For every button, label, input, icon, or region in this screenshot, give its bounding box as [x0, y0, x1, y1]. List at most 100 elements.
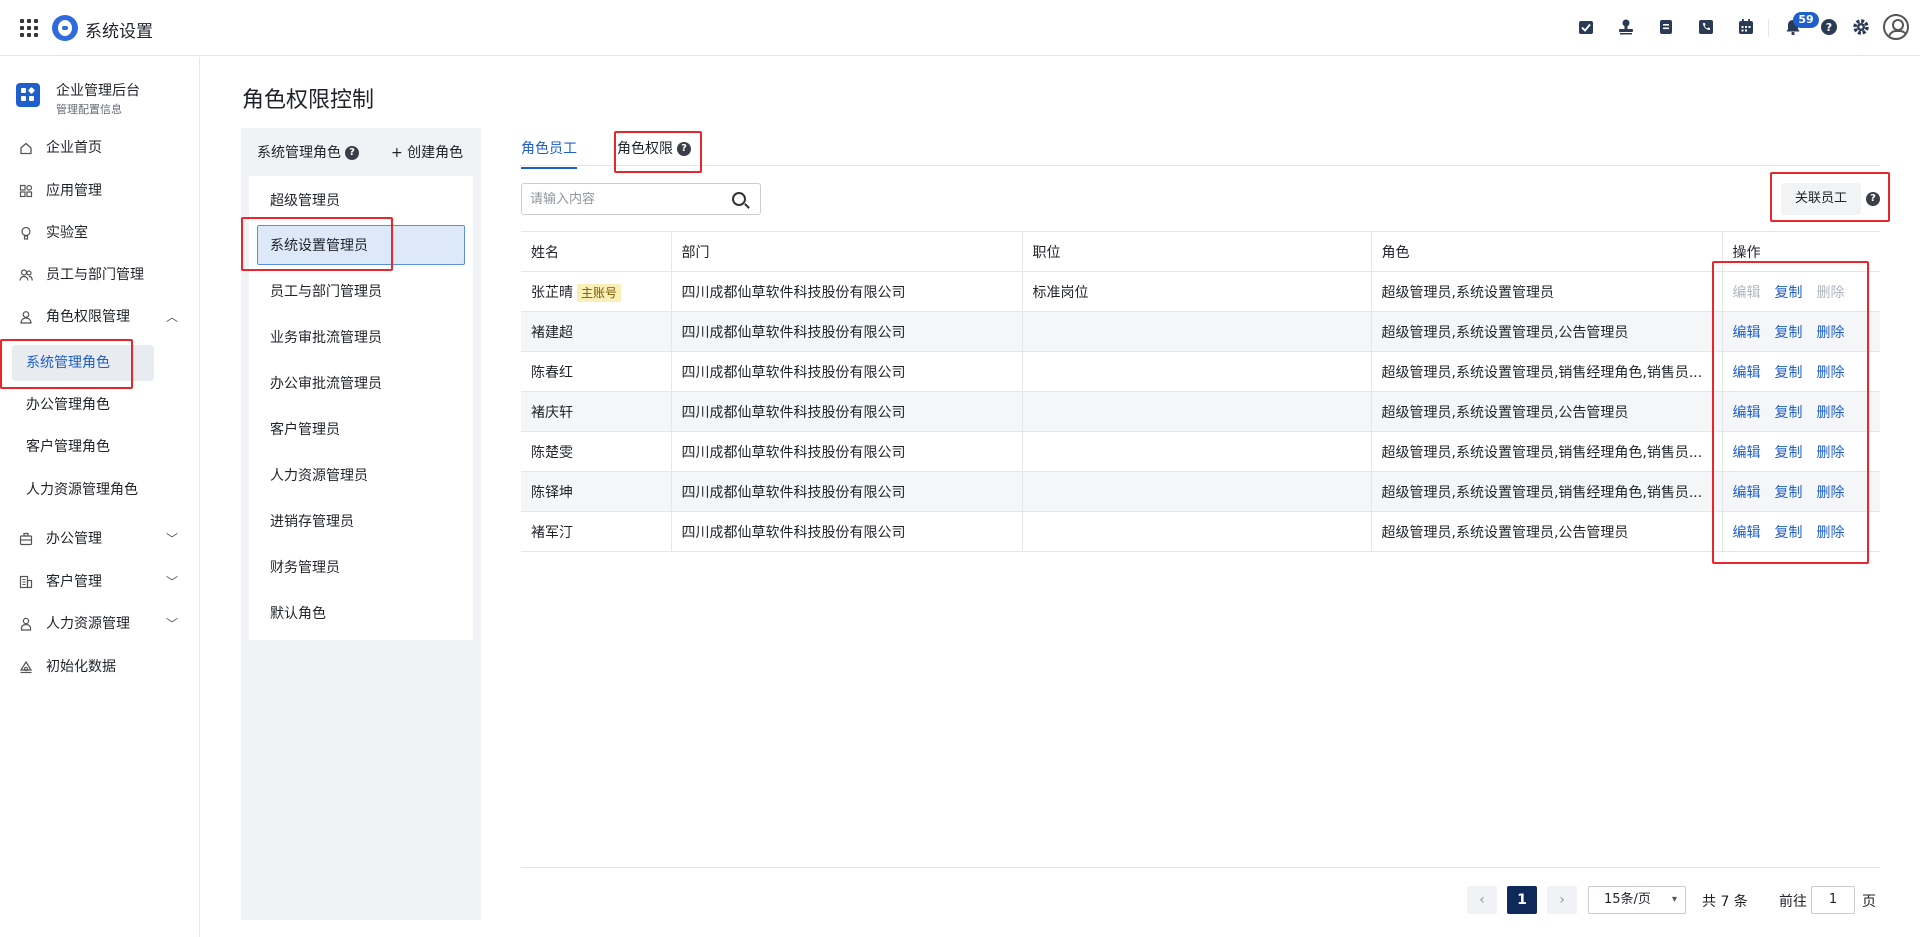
search-icon[interactable] — [732, 192, 746, 206]
sidebar-item-label: 应用管理 — [46, 183, 102, 199]
edit-button[interactable]: 编辑 — [1733, 525, 1761, 541]
sidebar-item-hr[interactable]: 人力资源管理 ﹀ — [0, 606, 199, 642]
role-item[interactable]: 员工与部门管理员 — [257, 271, 465, 311]
role-item-selected[interactable]: 系统设置管理员 — [257, 225, 465, 265]
page-number-current[interactable]: 1 — [1507, 886, 1537, 914]
action-cell: 编辑 复制 删除 — [1722, 311, 1880, 352]
header-divider — [1768, 19, 1769, 37]
edit-button[interactable]: 编辑 — [1733, 405, 1761, 421]
sidebar-sub-hr-role[interactable]: 人力资源管理角色 — [12, 472, 154, 508]
chevron-down-icon: ﹀ — [166, 575, 179, 589]
sidebar-item-apps[interactable]: 应用管理 — [0, 173, 199, 209]
role-item[interactable]: 办公审批流管理员 — [257, 363, 465, 403]
app-grid-icon[interactable] — [20, 19, 38, 37]
copy-button[interactable]: 复制 — [1775, 485, 1803, 501]
role-cell: 超级管理员,系统设置管理员 — [1371, 271, 1723, 312]
sidebar-item-role-permission[interactable]: 角色权限管理 ︿ — [0, 299, 199, 335]
edit-button[interactable]: 编辑 — [1733, 485, 1761, 501]
role-item[interactable]: 财务管理员 — [257, 547, 465, 587]
task-check-icon[interactable] — [1577, 18, 1595, 36]
sidebar-sub-office-role[interactable]: 办公管理角色 — [12, 387, 154, 423]
sidebar-item-office[interactable]: 办公管理 ﹀ — [0, 521, 199, 557]
edit-button[interactable]: 编辑 — [1733, 365, 1761, 381]
bulb-icon — [19, 226, 33, 240]
sidebar-item-home[interactable]: 企业首页 — [0, 130, 199, 166]
dept-cell: 四川成都仙草软件科技股份有限公司 — [671, 431, 1023, 472]
name-cell: 褚庆轩 — [521, 391, 672, 432]
help-circle-icon[interactable]: ? — [677, 142, 691, 156]
users-icon — [19, 268, 33, 282]
delete-button[interactable]: 删除 — [1817, 525, 1845, 541]
role-item[interactable]: 默认角色 — [257, 593, 465, 633]
position-cell — [1022, 311, 1372, 352]
role-cell: 超级管理员,系统设置管理员,公告管理员 — [1371, 391, 1723, 432]
column-header: 职位 — [1022, 231, 1372, 272]
copy-button[interactable]: 复制 — [1775, 285, 1803, 301]
next-page-button[interactable]: › — [1547, 886, 1577, 914]
sidebar-item-staff-dept[interactable]: 员工与部门管理 — [0, 257, 199, 293]
dept-cell: 四川成都仙草软件科技股份有限公司 — [671, 311, 1023, 352]
copy-button[interactable]: 复制 — [1775, 445, 1803, 461]
phone-icon[interactable] — [1697, 18, 1715, 36]
stamp-icon[interactable] — [1617, 18, 1635, 36]
link-staff-button[interactable]: 关联员工 — [1781, 183, 1861, 215]
edit-button[interactable]: 编辑 — [1733, 445, 1761, 461]
delete-button[interactable]: 删除 — [1817, 365, 1845, 381]
delete-button[interactable]: 删除 — [1817, 445, 1845, 461]
app-title: 系统设置 — [85, 22, 153, 42]
name-cell: 陈楚雯 — [521, 431, 672, 472]
gear-icon[interactable] — [1852, 18, 1870, 36]
copy-button[interactable]: 复制 — [1775, 405, 1803, 421]
search-input[interactable] — [530, 190, 720, 208]
prev-page-button[interactable]: ‹ — [1467, 886, 1497, 914]
delete-button[interactable]: 删除 — [1817, 325, 1845, 341]
role-panel-title: 系统管理角色 — [257, 145, 341, 161]
sidebar-sub-customer-role[interactable]: 客户管理角色 — [12, 429, 154, 465]
page-size-select[interactable]: 15条/页 ▾ — [1588, 886, 1686, 914]
user-avatar-icon[interactable] — [1883, 14, 1909, 40]
role-list: 超级管理员 系统设置管理员 员工与部门管理员 业务审批流管理员 办公审批流管理员… — [249, 176, 473, 640]
role-item[interactable]: 业务审批流管理员 — [257, 317, 465, 357]
delete-button[interactable]: 删除 — [1817, 485, 1845, 501]
delete-button[interactable]: 删除 — [1817, 405, 1845, 421]
sidebar-item-label: 实验室 — [46, 225, 88, 241]
action-cell: 编辑 复制 删除 — [1722, 511, 1880, 552]
table-row: 陈铎坤 四川成都仙草软件科技股份有限公司 超级管理员,系统设置管理员,销售经理角… — [521, 471, 1880, 512]
org-name: 企业管理后台 — [56, 83, 140, 99]
role-cell: 超级管理员,系统设置管理员,销售经理角色,销售员... — [1371, 471, 1723, 512]
sidebar-item-label: 办公管理 — [46, 531, 102, 547]
help-circle-icon[interactable]: ? — [1866, 192, 1880, 206]
goto-label: 前往 — [1779, 894, 1807, 910]
role-item[interactable]: 客户管理员 — [257, 409, 465, 449]
sidebar-item-customer[interactable]: 客户管理 ﹀ — [0, 564, 199, 600]
tab-role-staff[interactable]: 角色员工 — [521, 138, 577, 169]
sidebar-item-label: 初始化数据 — [46, 659, 116, 675]
table-row: 张芷晴 主账号 四川成都仙草软件科技股份有限公司 标准岗位 超级管理员,系统设置管… — [521, 271, 1880, 312]
create-role-button[interactable]: + 创建角色 — [391, 142, 463, 162]
sidebar-item-label: 客户管理 — [46, 574, 102, 590]
app-logo-icon — [52, 15, 78, 41]
tab-role-permission[interactable]: 角色权限? — [617, 138, 691, 167]
calendar-icon[interactable] — [1737, 18, 1755, 36]
org-logo-icon — [16, 83, 40, 107]
edit-button[interactable]: 编辑 — [1733, 325, 1761, 341]
copy-button[interactable]: 复制 — [1775, 325, 1803, 341]
notification-badge: 59 — [1793, 12, 1819, 28]
name-cell: 陈春红 — [521, 351, 672, 392]
sidebar-sub-system-role[interactable]: 系统管理角色 — [12, 345, 154, 381]
sidebar-item-lab[interactable]: 实验室 — [0, 215, 199, 251]
help-icon[interactable]: ? — [1820, 18, 1838, 36]
sidebar-item-init-data[interactable]: 初始化数据 — [0, 649, 199, 685]
role-item[interactable]: 人力资源管理员 — [257, 455, 465, 495]
init-icon — [19, 660, 33, 674]
position-cell — [1022, 511, 1372, 552]
main-account-tag: 主账号 — [577, 283, 622, 302]
help-circle-icon[interactable]: ? — [345, 146, 359, 160]
copy-button[interactable]: 复制 — [1775, 365, 1803, 381]
document-icon[interactable] — [1657, 18, 1675, 36]
role-item[interactable]: 进销存管理员 — [257, 501, 465, 541]
role-cell: 超级管理员,系统设置管理员,销售经理角色,销售员... — [1371, 351, 1723, 392]
goto-page-input[interactable]: 1 — [1811, 886, 1855, 914]
role-item[interactable]: 超级管理员 — [257, 180, 465, 220]
copy-button[interactable]: 复制 — [1775, 525, 1803, 541]
